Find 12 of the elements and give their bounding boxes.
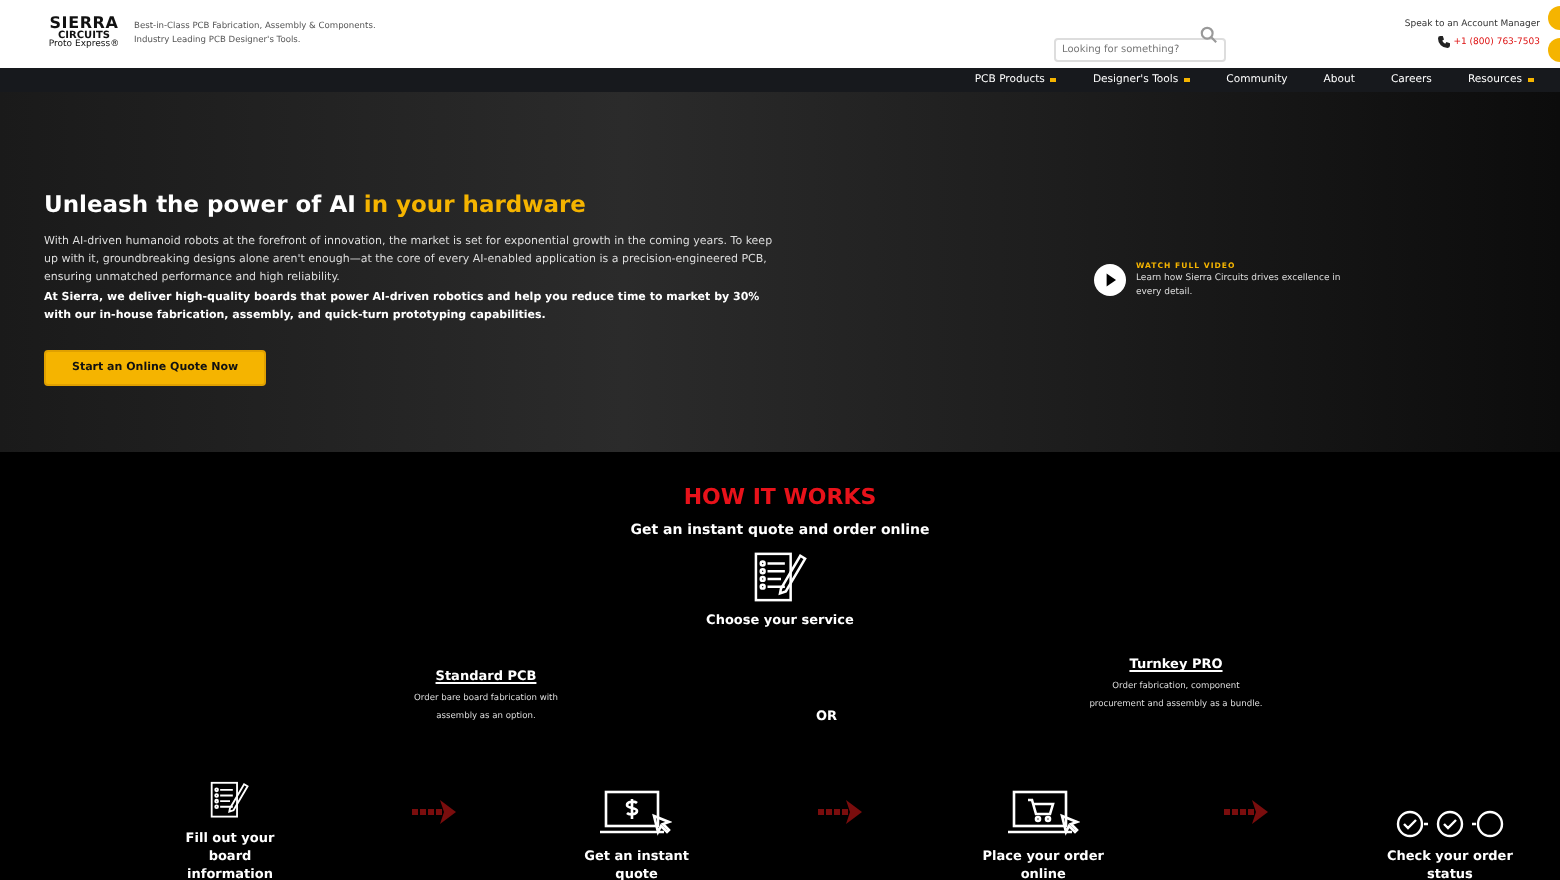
search-icon — [1200, 25, 1218, 43]
progress-circles-icon — [1395, 809, 1504, 838]
play-icon[interactable] — [1094, 264, 1126, 296]
arrow-icon — [817, 800, 862, 824]
phone-icon — [1437, 36, 1450, 48]
checklist-icon — [753, 550, 807, 604]
arrow-icon — [1224, 800, 1269, 824]
laptop-dollar-icon — [600, 789, 673, 838]
laptop-cart-icon — [1007, 789, 1080, 838]
arrow-icon — [411, 800, 456, 824]
hero-title: Unleash the power of AI in your hardware — [44, 190, 588, 218]
section-title: HOW IT WORKS — [683, 484, 877, 510]
